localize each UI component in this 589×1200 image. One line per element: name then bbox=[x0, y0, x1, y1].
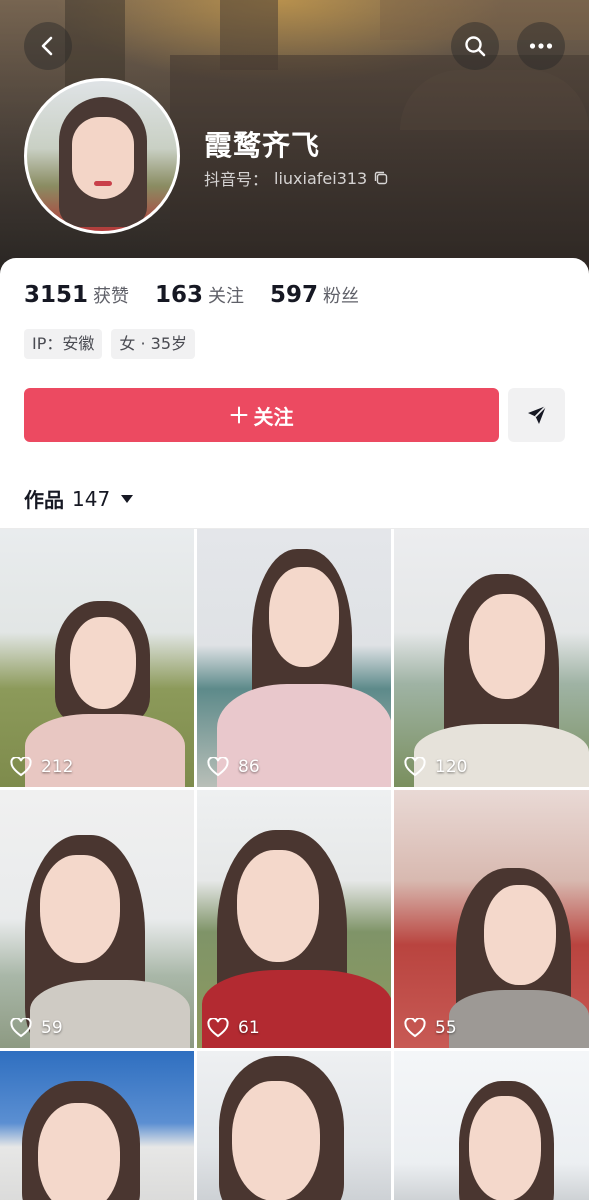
more-button[interactable] bbox=[517, 22, 565, 70]
back-button[interactable] bbox=[24, 22, 72, 70]
video-likes-count: 212 bbox=[41, 757, 74, 777]
back-arrow-icon bbox=[41, 36, 53, 56]
profile-name: 霞鹜齐飞 bbox=[204, 129, 321, 162]
avatar[interactable] bbox=[24, 78, 180, 234]
video-likes: 61 bbox=[207, 1018, 260, 1038]
video-likes: 120 bbox=[404, 757, 467, 777]
video-likes: 86 bbox=[207, 757, 260, 777]
video-likes-count: 120 bbox=[435, 757, 468, 777]
search-button[interactable] bbox=[451, 22, 499, 70]
video-thumbnail[interactable] bbox=[197, 1051, 391, 1200]
profile-id-value: liuxiafei313 bbox=[274, 168, 368, 188]
follow-button[interactable]: 关注 bbox=[24, 388, 499, 442]
works-tab[interactable]: 作品 147 bbox=[24, 484, 134, 513]
video-thumbnail[interactable]: 55 bbox=[394, 790, 589, 1048]
follow-button-label: 关注 bbox=[253, 404, 294, 429]
video-thumbnail[interactable]: 59 bbox=[0, 790, 194, 1048]
stat-followers-label: 粉丝 bbox=[323, 286, 360, 307]
stat-likes-label: 获赞 bbox=[93, 286, 130, 307]
video-likes: 59 bbox=[10, 1018, 63, 1038]
profile-id[interactable]: 抖音号： liuxiafei313 bbox=[204, 166, 389, 190]
video-likes: 55 bbox=[404, 1018, 457, 1038]
works-tab-label: 作品 bbox=[24, 488, 64, 512]
send-message-button[interactable] bbox=[508, 388, 565, 442]
stat-following[interactable]: 163 关注 bbox=[155, 282, 244, 308]
video-likes: 212 bbox=[10, 757, 73, 777]
plus-icon bbox=[230, 406, 248, 424]
video-likes-count: 61 bbox=[238, 1018, 260, 1038]
stat-followers[interactable]: 597 粉丝 bbox=[270, 282, 359, 308]
stat-followers-value: 597 bbox=[270, 282, 319, 308]
video-likes-count: 59 bbox=[41, 1018, 63, 1038]
send-icon bbox=[527, 405, 547, 424]
video-thumbnail[interactable] bbox=[0, 1051, 194, 1200]
works-count: 147 bbox=[72, 486, 111, 511]
stat-likes: 3151 获赞 bbox=[24, 282, 129, 308]
heart-icon bbox=[404, 757, 426, 777]
stat-following-value: 163 bbox=[155, 282, 204, 308]
stat-following-label: 关注 bbox=[208, 286, 245, 307]
tag-row: IP：安徽 女 · 35岁 bbox=[24, 329, 195, 359]
stats-row: 3151 获赞 163 关注 597 粉丝 bbox=[24, 282, 385, 308]
video-thumbnail[interactable]: 212 bbox=[0, 529, 194, 787]
search-icon bbox=[465, 36, 486, 57]
video-likes-count: 86 bbox=[238, 757, 260, 777]
video-thumbnail[interactable]: 61 bbox=[197, 790, 391, 1048]
caret-down-icon bbox=[120, 494, 134, 504]
stat-likes-value: 3151 bbox=[24, 282, 89, 308]
heart-icon bbox=[207, 1018, 229, 1038]
more-dots-icon bbox=[529, 43, 553, 49]
heart-icon bbox=[404, 1018, 426, 1038]
video-likes-count: 55 bbox=[435, 1018, 457, 1038]
heart-icon bbox=[10, 757, 32, 777]
profile-id-label: 抖音号： bbox=[204, 170, 269, 189]
copy-icon[interactable] bbox=[373, 170, 389, 186]
video-thumbnail[interactable]: 86 bbox=[197, 529, 391, 787]
heart-icon bbox=[10, 1018, 32, 1038]
video-thumbnail[interactable]: 120 bbox=[394, 529, 589, 787]
gender-age-tag: 女 · 35岁 bbox=[111, 329, 195, 359]
video-thumbnail[interactable] bbox=[394, 1051, 589, 1200]
heart-icon bbox=[207, 757, 229, 777]
ip-location-tag: IP：安徽 bbox=[24, 329, 103, 359]
